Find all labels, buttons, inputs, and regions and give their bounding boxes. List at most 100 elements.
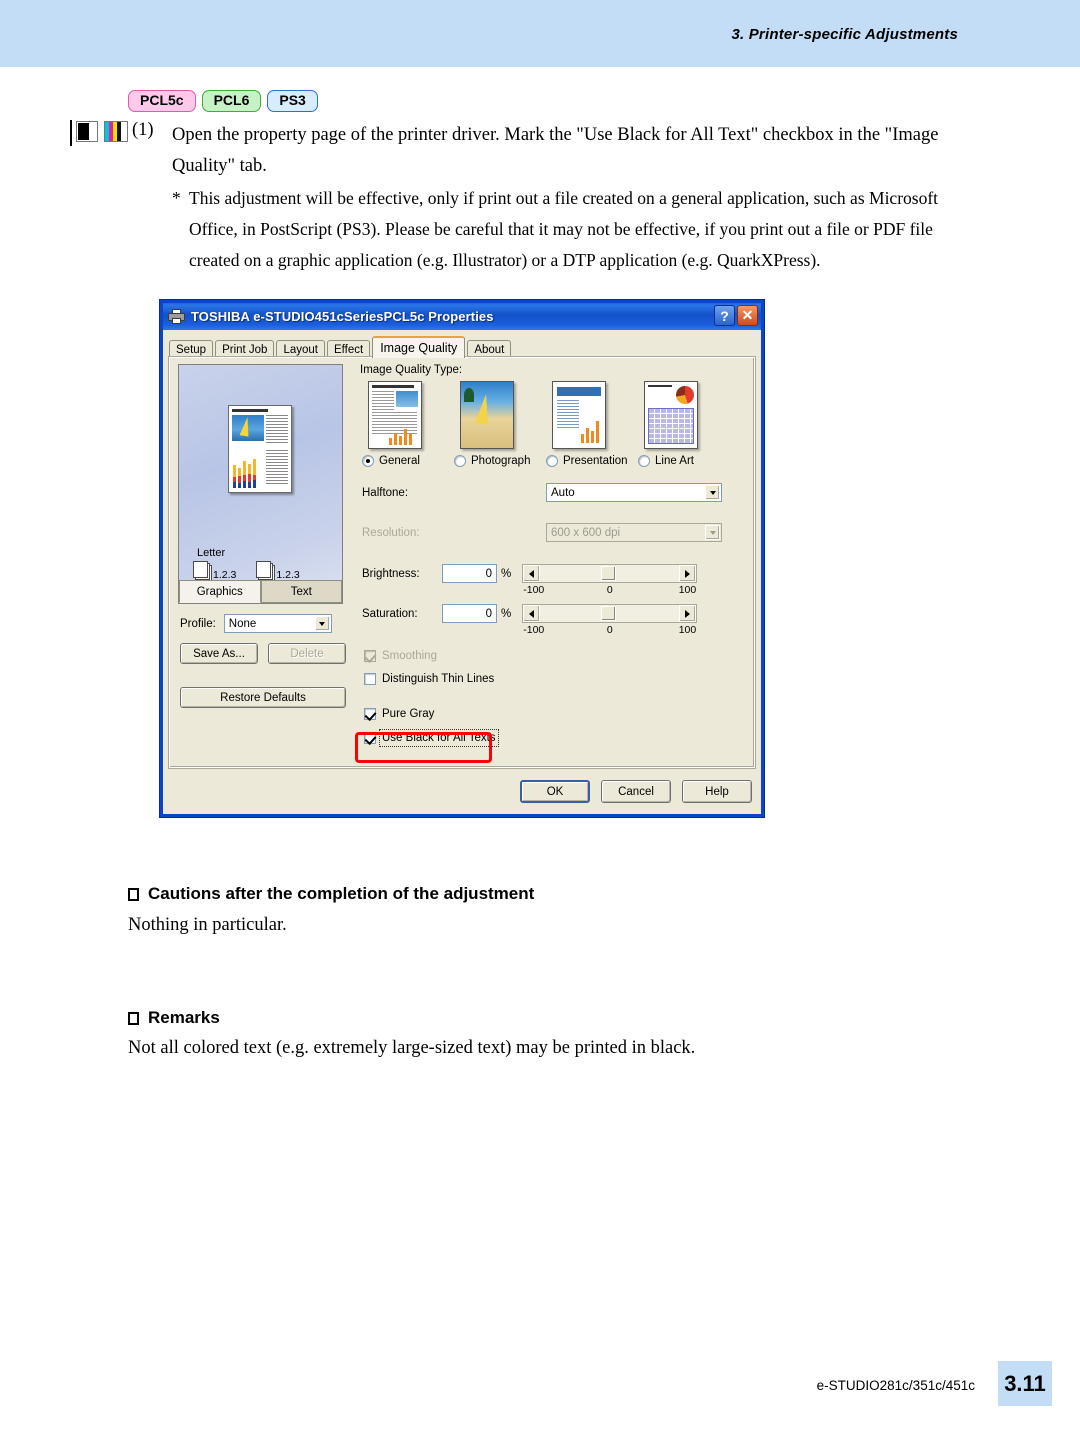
halftone-label: Halftone: (362, 486, 409, 499)
saturation-mid: 0 (606, 624, 613, 636)
brightness-max: 100 (678, 584, 697, 596)
badge-pcl6: PCL6 (201, 90, 262, 112)
profile-select[interactable]: None (223, 614, 332, 633)
slider-right-arrow-icon[interactable] (679, 565, 697, 582)
chevron-down-icon[interactable] (314, 616, 330, 631)
brightness-min: -100 (523, 584, 545, 596)
titlebar-button-group: ? ✕ (714, 305, 758, 326)
step-text: Open the property page of the printer dr… (172, 125, 939, 176)
help-button[interactable]: Help (682, 780, 752, 803)
step-number: (1) (132, 120, 154, 140)
presentation-thumbnail-icon (552, 381, 606, 449)
page-header-title: 3. Printer-specific Adjustments (731, 26, 958, 43)
checkbox-pure-gray-box[interactable] (364, 708, 376, 720)
brightness-scale: -100 0 100 (522, 584, 697, 596)
preview-paper-label: Letter (197, 547, 226, 559)
image-quality-panel: Letter 1.2.3 1.2.3 Graphics Text Profile… (169, 357, 755, 768)
footer-model: e-STUDIO281c/351c/451c (816, 1378, 975, 1393)
square-bullet-icon (128, 1011, 139, 1025)
tab-effect[interactable]: Effect (326, 340, 371, 358)
dialog-tabstrip: Setup Print Job Layout Effect Image Qual… (169, 336, 755, 358)
chevron-down-icon[interactable] (705, 485, 720, 500)
saturation-min: -100 (523, 624, 545, 636)
halftone-select[interactable]: Auto (546, 483, 722, 502)
delete-button: Delete (268, 643, 346, 664)
slider-right-arrow-icon[interactable] (679, 605, 697, 622)
tab-setup[interactable]: Setup (169, 340, 214, 358)
section-heading-cautions-label: Cautions after the completion of the adj… (148, 884, 535, 903)
radio-general[interactable] (362, 455, 374, 467)
resolution-value: 600 x 600 dpi (551, 526, 621, 539)
brightness-label: Brightness: (362, 567, 420, 580)
brightness-unit: % (501, 567, 512, 580)
profile-button-row: Save As... Delete (180, 643, 346, 664)
section-heading-remarks-label: Remarks (148, 1008, 220, 1027)
section-body-remarks: Not all colored text (e.g. extremely lar… (128, 1038, 696, 1058)
print-preview-pane: Letter 1.2.3 1.2.3 Graphics Text (178, 364, 343, 604)
slider-thumb[interactable] (601, 566, 617, 581)
slider-thumb[interactable] (601, 606, 617, 621)
preview-tabstrip: Graphics Text (179, 580, 342, 603)
square-bullet-icon (128, 887, 139, 901)
radio-line-art[interactable] (638, 455, 650, 467)
saturation-row: Saturation: 0 % -100 0 100 (362, 604, 698, 636)
saturation-input[interactable]: 0 (442, 604, 497, 623)
dialog-titlebar[interactable]: TOSHIBA e-STUDIO451cSeriesPCL5c Properti… (163, 303, 761, 330)
annotation-highlight-box (355, 732, 492, 763)
ok-button[interactable]: OK (520, 780, 590, 803)
section-heading-remarks: Remarks (128, 1008, 220, 1028)
checkbox-pure-gray-label: Pure Gray (382, 708, 435, 720)
preview-tab-graphics[interactable]: Graphics (179, 580, 261, 603)
help-icon[interactable]: ? (714, 305, 735, 326)
model-badge-group: PCL5c PCL6 PS3 (128, 90, 318, 112)
preview-tab-text[interactable]: Text (260, 580, 342, 603)
tab-about[interactable]: About (467, 340, 512, 358)
output-stack-2: 1.2.3 (256, 561, 300, 582)
note-marker: * (172, 188, 181, 208)
image-quality-type-label: Image Quality Type: (360, 364, 463, 376)
dialog-button-row: OK Cancel Help (520, 780, 752, 803)
slider-left-arrow-icon[interactable] (523, 605, 541, 622)
checkbox-distinguish-thin-lines-box[interactable] (364, 673, 376, 685)
checkbox-pure-gray[interactable]: Pure Gray (364, 708, 434, 720)
radio-photograph-label: Photograph (471, 455, 531, 467)
iqt-option-line-art[interactable]: Line Art (638, 381, 730, 467)
saturation-unit: % (501, 607, 512, 620)
iqt-option-presentation[interactable]: Presentation (546, 381, 638, 467)
tab-image-quality[interactable]: Image Quality (372, 336, 466, 358)
slider-left-arrow-icon[interactable] (523, 565, 541, 582)
saturation-scale: -100 0 100 (522, 624, 697, 636)
radio-general-label: General (379, 455, 420, 467)
brightness-slider[interactable]: -100 0 100 (522, 564, 698, 596)
brightness-input[interactable]: 0 (442, 564, 497, 583)
restore-defaults-button[interactable]: Restore Defaults (180, 687, 346, 708)
checkbox-distinguish-thin-lines[interactable]: Distinguish Thin Lines (364, 673, 494, 685)
iqt-option-general[interactable]: General (362, 381, 454, 467)
badge-pcl5c: PCL5c (128, 90, 196, 112)
save-as-button[interactable]: Save As... (180, 643, 258, 664)
cancel-button[interactable]: Cancel (601, 780, 671, 803)
resolution-row: Resolution: 600 x 600 dpi (362, 523, 722, 542)
preview-output-stacks: 1.2.3 1.2.3 (193, 561, 300, 582)
radio-presentation[interactable] (546, 455, 558, 467)
output-stack-1: 1.2.3 (193, 561, 236, 582)
profile-value: None (228, 617, 257, 630)
radio-presentation-label: Presentation (563, 455, 628, 467)
iqt-option-photograph[interactable]: Photograph (454, 381, 546, 467)
line-art-thumbnail-icon (644, 381, 698, 449)
color-cmyk-icon (104, 121, 128, 142)
saturation-max: 100 (678, 624, 697, 636)
saturation-slider[interactable]: -100 0 100 (522, 604, 698, 636)
brightness-row: Brightness: 0 % -100 0 100 (362, 564, 698, 596)
printer-icon (168, 309, 185, 324)
general-thumbnail-icon (368, 381, 422, 449)
section-body-cautions: Nothing in particular. (128, 915, 287, 935)
change-bar (70, 120, 72, 146)
close-icon[interactable]: ✕ (737, 305, 758, 326)
paper-stack-icon (193, 561, 212, 582)
step-note: * This adjustment will be effective, onl… (172, 183, 967, 276)
tab-layout[interactable]: Layout (276, 340, 325, 358)
radio-photograph[interactable] (454, 455, 466, 467)
monochrome-icon (76, 121, 98, 142)
tab-print-job[interactable]: Print Job (215, 340, 275, 358)
